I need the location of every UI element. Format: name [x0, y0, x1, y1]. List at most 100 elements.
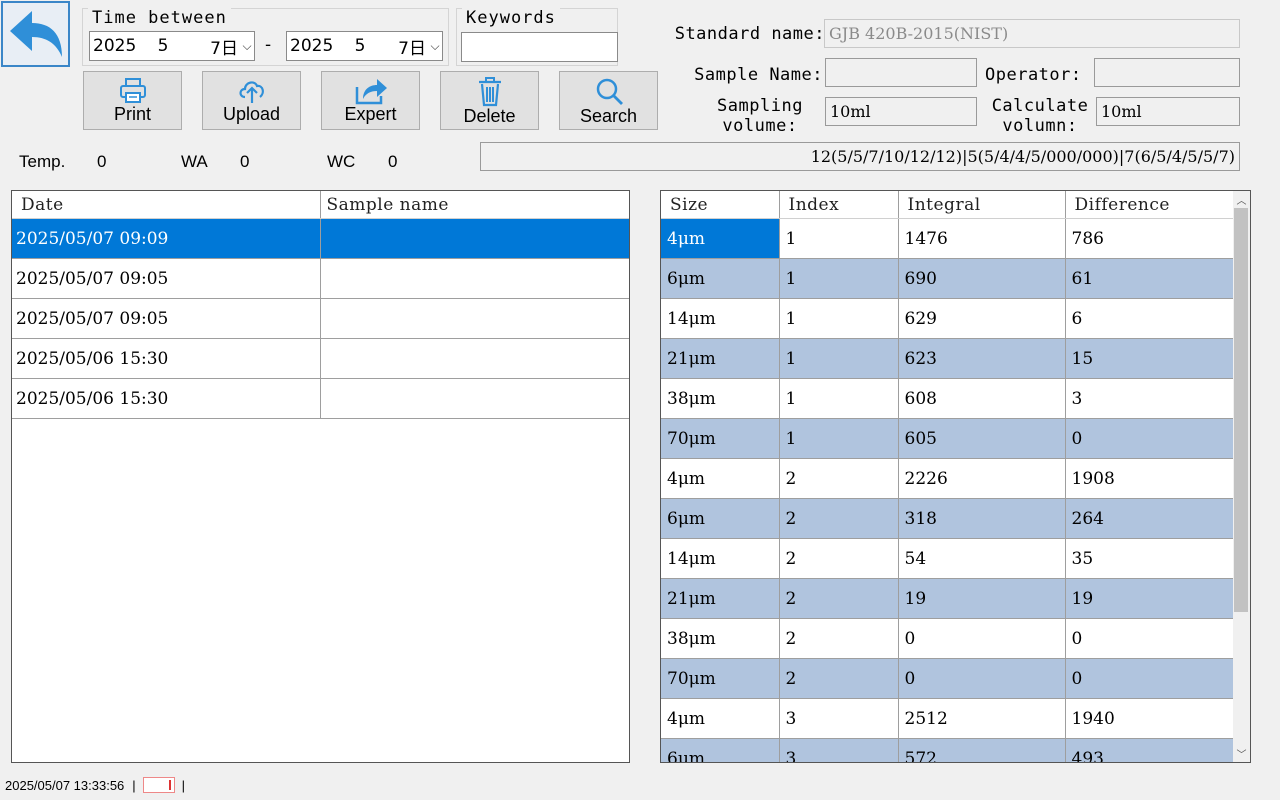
- wc-label: WC: [327, 152, 356, 171]
- table-row[interactable]: 14μm 2 54 35: [661, 538, 1234, 579]
- table-row[interactable]: 2025/05/07 09:05: [12, 258, 629, 299]
- cell-size: 70μm: [661, 658, 780, 699]
- cell-size: 6μm: [661, 258, 780, 299]
- sample-name-field[interactable]: [825, 58, 977, 87]
- column-header-index[interactable]: Index: [779, 191, 899, 219]
- export-label: Expert: [344, 104, 397, 124]
- cell-size: 4μm: [661, 458, 780, 499]
- date-to-picker[interactable]: 2025 5 7日 ⌵: [286, 31, 443, 61]
- search-button[interactable]: Search: [559, 71, 658, 130]
- sample-name-label: Sample Name:: [694, 65, 823, 85]
- chevron-down-icon: ⌵: [242, 38, 252, 53]
- cell-difference: 1908: [1065, 458, 1234, 499]
- cell-difference: 0: [1065, 658, 1234, 699]
- print-button[interactable]: Print: [83, 71, 182, 130]
- cell-index: 2: [779, 578, 899, 619]
- cell-integral: 1476: [898, 218, 1066, 259]
- table-row[interactable]: 6μm 2 318 264: [661, 498, 1234, 539]
- delete-label: Delete: [463, 106, 516, 126]
- cell-index: 1: [779, 258, 899, 299]
- cell-size: 38μm: [661, 378, 780, 419]
- sampling-volume-field[interactable]: 10ml: [825, 97, 977, 126]
- date-from-year: 2025: [93, 36, 137, 56]
- column-header-integral[interactable]: Integral: [898, 191, 1066, 219]
- cell-size: 21μm: [661, 578, 780, 619]
- cell-size: 70μm: [661, 418, 780, 459]
- operator-field[interactable]: [1094, 58, 1240, 87]
- cell-sample-name: [320, 338, 629, 379]
- scroll-up-icon[interactable]: ︿: [1233, 192, 1250, 207]
- table-row[interactable]: 4μm 3 2512 1940: [661, 698, 1234, 739]
- cell-difference: 493: [1065, 738, 1234, 762]
- upload-label: Upload: [222, 104, 281, 124]
- standard-name-field[interactable]: GJB 420B-2015(NIST): [824, 19, 1240, 48]
- table-row[interactable]: 38μm 2 0 0: [661, 618, 1234, 659]
- delete-button[interactable]: Delete: [440, 71, 539, 130]
- calculate-volume-field[interactable]: 10ml: [1096, 97, 1240, 126]
- cell-integral: 605: [898, 418, 1066, 459]
- cell-integral: 0: [898, 618, 1066, 659]
- cell-integral: 0: [898, 658, 1066, 699]
- table-row[interactable]: 4μm 2 2226 1908: [661, 458, 1234, 499]
- date-to-month: 5: [354, 36, 366, 56]
- cell-integral: 572: [898, 738, 1066, 762]
- table-row[interactable]: 21μm 1 623 15: [661, 338, 1234, 379]
- printer-icon: [119, 78, 146, 103]
- table-row[interactable]: 4μm 1 1476 786: [661, 218, 1234, 259]
- table-row[interactable]: 14μm 1 629 6: [661, 298, 1234, 339]
- table-row[interactable]: 70μm 2 0 0: [661, 658, 1234, 699]
- wa-label: WA: [181, 152, 208, 171]
- table-row[interactable]: 2025/05/06 15:30: [12, 338, 629, 379]
- vertical-scrollbar[interactable]: ︿ ﹀: [1233, 191, 1250, 762]
- scroll-down-icon[interactable]: ﹀: [1233, 746, 1250, 761]
- calculate-volume-label: Calculate volumn:: [985, 96, 1095, 136]
- table-row[interactable]: 6μm 1 690 61: [661, 258, 1234, 299]
- wc-value: 0: [388, 152, 398, 171]
- cell-index: 2: [779, 538, 899, 579]
- table-row[interactable]: 6μm 3 572 493: [661, 738, 1234, 762]
- time-between-label: Time between: [88, 8, 231, 28]
- cell-difference: 264: [1065, 498, 1234, 539]
- operator-label: Operator:: [985, 65, 1082, 85]
- date-from-picker[interactable]: 2025 5 7日 ⌵: [89, 31, 255, 61]
- cell-size: 14μm: [661, 298, 780, 339]
- status-timestamp: 2025/05/07 13:33:56: [5, 777, 125, 793]
- upload-button[interactable]: Upload: [202, 71, 301, 130]
- cell-size: 4μm: [661, 698, 780, 739]
- cell-sample-name: [320, 218, 629, 259]
- cell-index: 2: [779, 458, 899, 499]
- table-row[interactable]: 21μm 2 19 19: [661, 578, 1234, 619]
- keywords-label: Keywords: [462, 8, 560, 28]
- column-header-difference[interactable]: Difference: [1065, 191, 1234, 219]
- cell-date: 2025/05/06 15:30: [12, 338, 321, 379]
- cell-index: 1: [779, 218, 899, 259]
- keywords-input[interactable]: [461, 32, 618, 62]
- cell-size: 6μm: [661, 738, 780, 762]
- table-row[interactable]: 2025/05/06 15:30: [12, 378, 629, 419]
- status-separator: |: [132, 777, 136, 793]
- table-row[interactable]: 2025/05/07 09:09: [12, 218, 629, 259]
- back-button[interactable]: [1, 1, 70, 67]
- cell-date: 2025/05/07 09:05: [12, 258, 321, 299]
- cell-difference: 0: [1065, 618, 1234, 659]
- cell-size: 21μm: [661, 338, 780, 379]
- export-button[interactable]: Expert: [321, 71, 420, 130]
- cell-integral: 318: [898, 498, 1066, 539]
- temp-value: 0: [97, 152, 107, 171]
- cell-difference: 15: [1065, 338, 1234, 379]
- column-header-sample-name[interactable]: Sample name: [320, 191, 629, 219]
- cell-integral: 2512: [898, 698, 1066, 739]
- column-header-size[interactable]: Size: [661, 191, 780, 219]
- date-to-day: 7日: [398, 38, 426, 59]
- table-row[interactable]: 38μm 1 608 3: [661, 378, 1234, 419]
- trash-icon: [478, 77, 501, 107]
- scrollbar-thumb[interactable]: [1234, 208, 1248, 612]
- table-row[interactable]: 2025/05/07 09:05: [12, 298, 629, 339]
- cell-difference: 0: [1065, 418, 1234, 459]
- cell-sample-name: [320, 258, 629, 299]
- print-label: Print: [113, 104, 151, 124]
- table-row[interactable]: 70μm 1 605 0: [661, 418, 1234, 459]
- column-header-date[interactable]: Date: [12, 191, 321, 219]
- cell-difference: 61: [1065, 258, 1234, 299]
- cell-size: 38μm: [661, 618, 780, 659]
